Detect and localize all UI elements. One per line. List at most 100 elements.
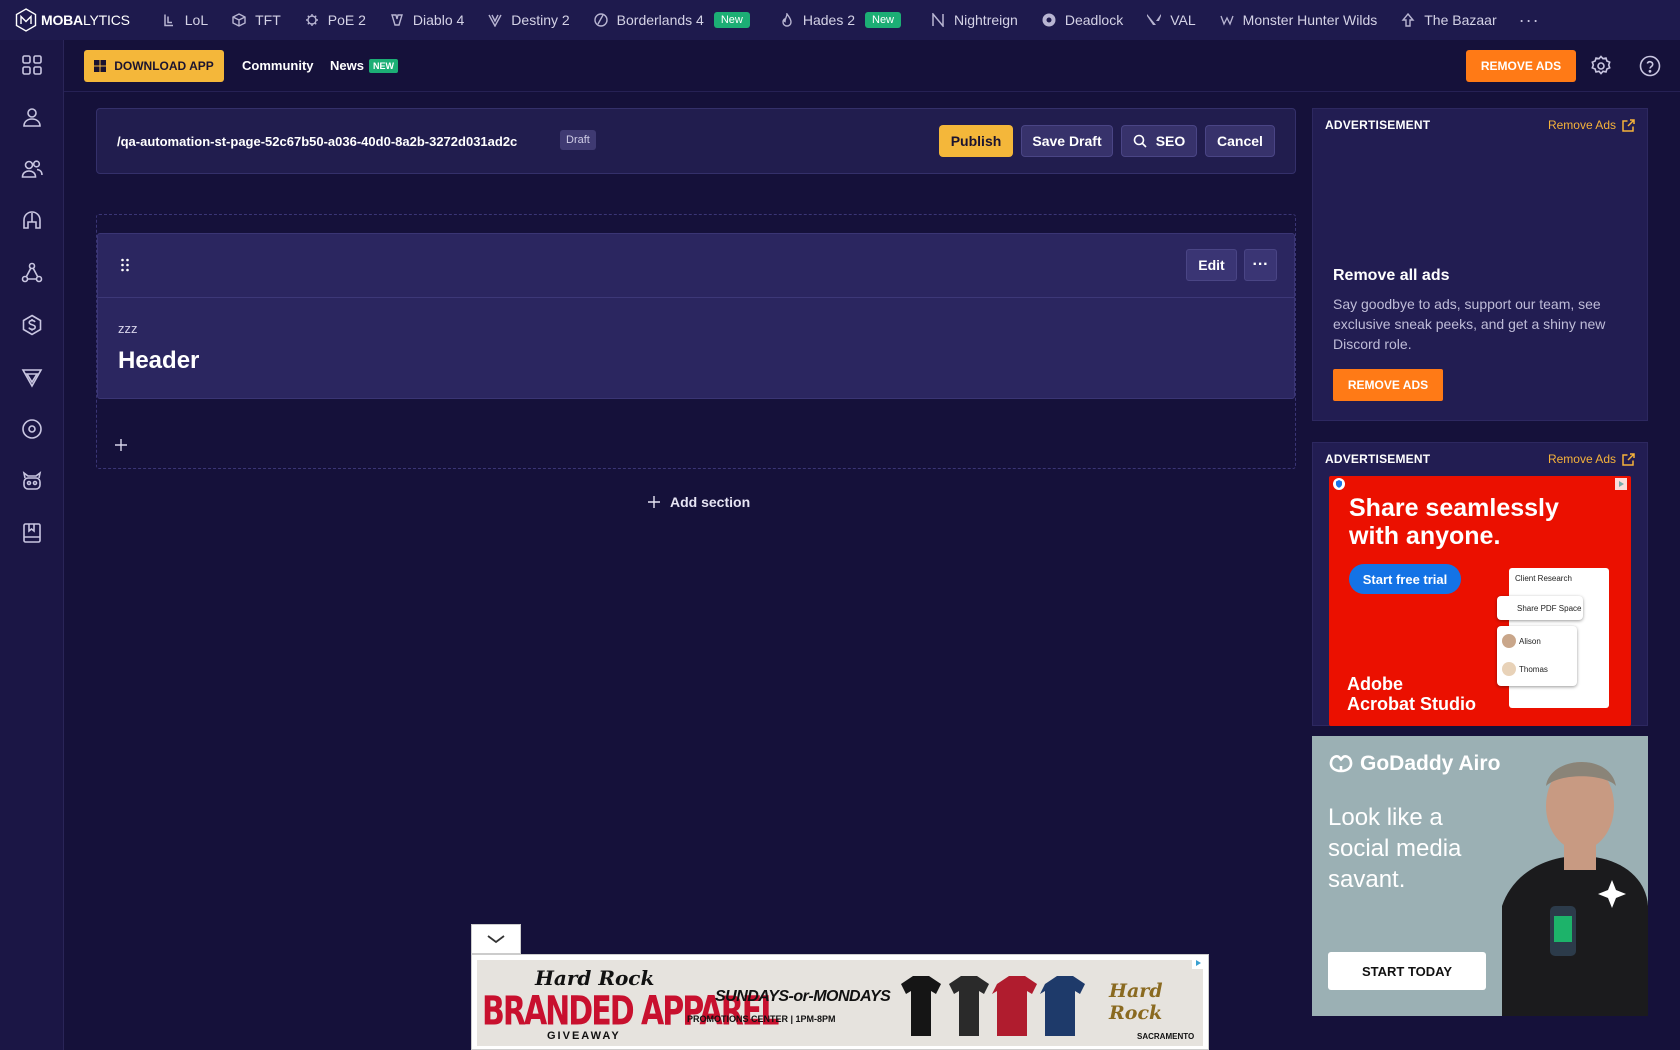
adobe-brand-line1: Adobe <box>1347 674 1403 694</box>
block-more-button[interactable]: ··· <box>1244 249 1277 281</box>
godaddy-cta-button[interactable]: START TODAY <box>1328 952 1486 990</box>
remove-all-title: Remove all ads <box>1333 267 1450 284</box>
lol-icon <box>164 14 173 27</box>
publish-button[interactable]: Publish <box>939 125 1013 157</box>
diablo4-icon <box>390 14 403 26</box>
ad-choices-icon[interactable] <box>1615 478 1627 490</box>
download-app-button[interactable]: DOWNLOAD APP <box>84 50 224 82</box>
logo-text-thin: LYTICS <box>82 12 130 28</box>
godaddy-brand: GoDaddy Airo <box>1360 752 1501 775</box>
shield-emblem-icon[interactable] <box>21 366 43 388</box>
adobe-people-card: Alison Thomas <box>1497 626 1577 686</box>
hardrock-promo: PROMOTIONS CENTER | 1PM-8PM <box>687 1014 836 1024</box>
nav-game-hades2[interactable]: Hades 2 New <box>762 0 913 40</box>
edit-block-button[interactable]: Edit <box>1186 249 1237 281</box>
remove-ads-button[interactable]: REMOVE ADS <box>1466 50 1576 82</box>
cancel-button[interactable]: Cancel <box>1205 125 1275 157</box>
nav-game-valorant[interactable]: VAL <box>1135 0 1207 40</box>
save-draft-button[interactable]: Save Draft <box>1021 125 1113 157</box>
hardrock-subtitle: GIVEAWAY <box>547 1030 621 1042</box>
remove-ads-link[interactable]: Remove Ads <box>1548 452 1635 466</box>
hardrock-venue-logo: Hard Rock <box>1109 980 1163 1024</box>
adobe-doc-title: Client Research <box>1515 574 1572 583</box>
seo-button[interactable]: SEO <box>1121 125 1197 157</box>
add-section-label: Add section <box>670 494 751 510</box>
ad-label: ADVERTISEMENT <box>1325 118 1431 132</box>
remove-ads-link-label: Remove Ads <box>1547 452 1616 466</box>
sub-header: DOWNLOAD APP Community News NEW REMOVE AD… <box>64 40 1680 92</box>
windows-icon <box>94 60 107 72</box>
collapse-banner-button[interactable] <box>471 924 521 954</box>
nav-game-borderlands4[interactable]: Borderlands 4 New <box>582 0 762 40</box>
helmet-icon[interactable] <box>21 210 43 232</box>
new-badge: New <box>713 12 750 28</box>
hardrock-logo: Hard Rock <box>535 966 655 990</box>
currency-icon[interactable] <box>21 314 43 336</box>
logo-text-bold: MOBA <box>41 12 83 28</box>
nav-game-poe2[interactable]: PoE 2 <box>293 0 378 40</box>
plus-icon <box>648 496 660 508</box>
news-link[interactable]: News NEW <box>330 58 398 73</box>
apparel-image <box>901 976 1085 1036</box>
adobe-brand: Adobe Acrobat Studio <box>1347 674 1476 714</box>
nav-game-bazaar[interactable]: The Bazaar <box>1389 0 1508 40</box>
drag-handle-icon[interactable] <box>120 258 130 272</box>
content-block: Edit ··· zzz Header <box>97 233 1295 399</box>
book-icon[interactable] <box>21 522 43 544</box>
nav-more-icon[interactable]: ··· <box>1519 10 1540 31</box>
tft-icon <box>232 13 246 27</box>
destiny2-icon <box>488 14 502 27</box>
mobalytics-logo[interactable]: MOBALYTICS <box>13 7 130 33</box>
ad-choices-icon[interactable] <box>1192 957 1204 969</box>
nav-game-diablo4[interactable]: Diablo 4 <box>378 0 476 40</box>
hades2-icon <box>782 13 792 27</box>
gear-icon[interactable] <box>1590 55 1612 77</box>
godaddy-headline: Look like a social media savant. <box>1328 804 1462 893</box>
apps-grid-icon[interactable] <box>21 54 43 76</box>
nav-game-label: VAL <box>1170 12 1196 28</box>
ad-label: ADVERTISEMENT <box>1325 452 1431 466</box>
adobe-cta-button[interactable]: Start free trial <box>1349 564 1461 594</box>
adobe-share-label: Share PDF Space <box>1517 603 1582 613</box>
profile-icon[interactable] <box>21 106 43 128</box>
ad-person-image <box>1502 761 1648 1016</box>
block-toolbar: Edit ··· <box>98 234 1294 298</box>
nav-game-lol[interactable]: LoL <box>150 0 220 40</box>
nav-game-destiny2[interactable]: Destiny 2 <box>476 0 581 40</box>
status-badge: Draft <box>560 130 596 150</box>
search-icon <box>1133 134 1147 148</box>
adobe-share-chip: Share PDF Space <box>1497 596 1583 620</box>
poe2-icon <box>305 14 318 26</box>
news-new-badge: NEW <box>368 59 398 73</box>
remove-ads-link-label: Remove Ads <box>1547 118 1616 132</box>
godaddy-ad[interactable]: GoDaddy Airo Look like a social media sa… <box>1312 736 1648 1016</box>
network-icon[interactable] <box>21 262 43 284</box>
block-header: Header <box>118 347 200 374</box>
help-icon[interactable] <box>1639 55 1661 77</box>
target-icon[interactable] <box>21 418 43 440</box>
mascot-icon[interactable] <box>21 470 43 492</box>
nav-game-label: Borderlands 4 <box>616 12 704 28</box>
community-link[interactable]: Community <box>242 58 314 73</box>
nav-game-monster-hunter[interactable]: Monster Hunter Wilds <box>1208 0 1390 40</box>
nav-game-label: TFT <box>255 12 281 28</box>
adobe-person-name: Alison <box>1519 637 1541 646</box>
friends-icon[interactable] <box>21 158 43 180</box>
page-section: Edit ··· zzz Header <box>96 214 1296 469</box>
adobe-ad[interactable]: Share seamlessly with anyone. Start free… <box>1329 476 1631 726</box>
hardrock-city: SACRAMENTO <box>1137 1032 1195 1041</box>
remove-ads-panel-button[interactable]: REMOVE ADS <box>1333 369 1443 401</box>
nav-game-label: Nightreign <box>954 12 1018 28</box>
new-badge: New <box>865 12 902 28</box>
nav-game-nightreign[interactable]: Nightreign <box>913 0 1030 40</box>
ad-shield-icon <box>1333 478 1345 490</box>
hardrock-banner-ad[interactable]: Hard Rock BRANDED APPAREL GIVEAWAY SUNDA… <box>471 954 1209 1050</box>
deadlock-icon <box>1042 13 1056 27</box>
remove-ads-link[interactable]: Remove Ads <box>1548 118 1635 132</box>
godaddy-logo-icon <box>1329 755 1353 773</box>
nav-game-tft[interactable]: TFT <box>220 0 293 40</box>
add-section-button[interactable]: Add section <box>648 494 750 510</box>
left-rail <box>0 40 64 1050</box>
add-block-icon[interactable] <box>115 439 127 451</box>
nav-game-deadlock[interactable]: Deadlock <box>1030 0 1135 40</box>
